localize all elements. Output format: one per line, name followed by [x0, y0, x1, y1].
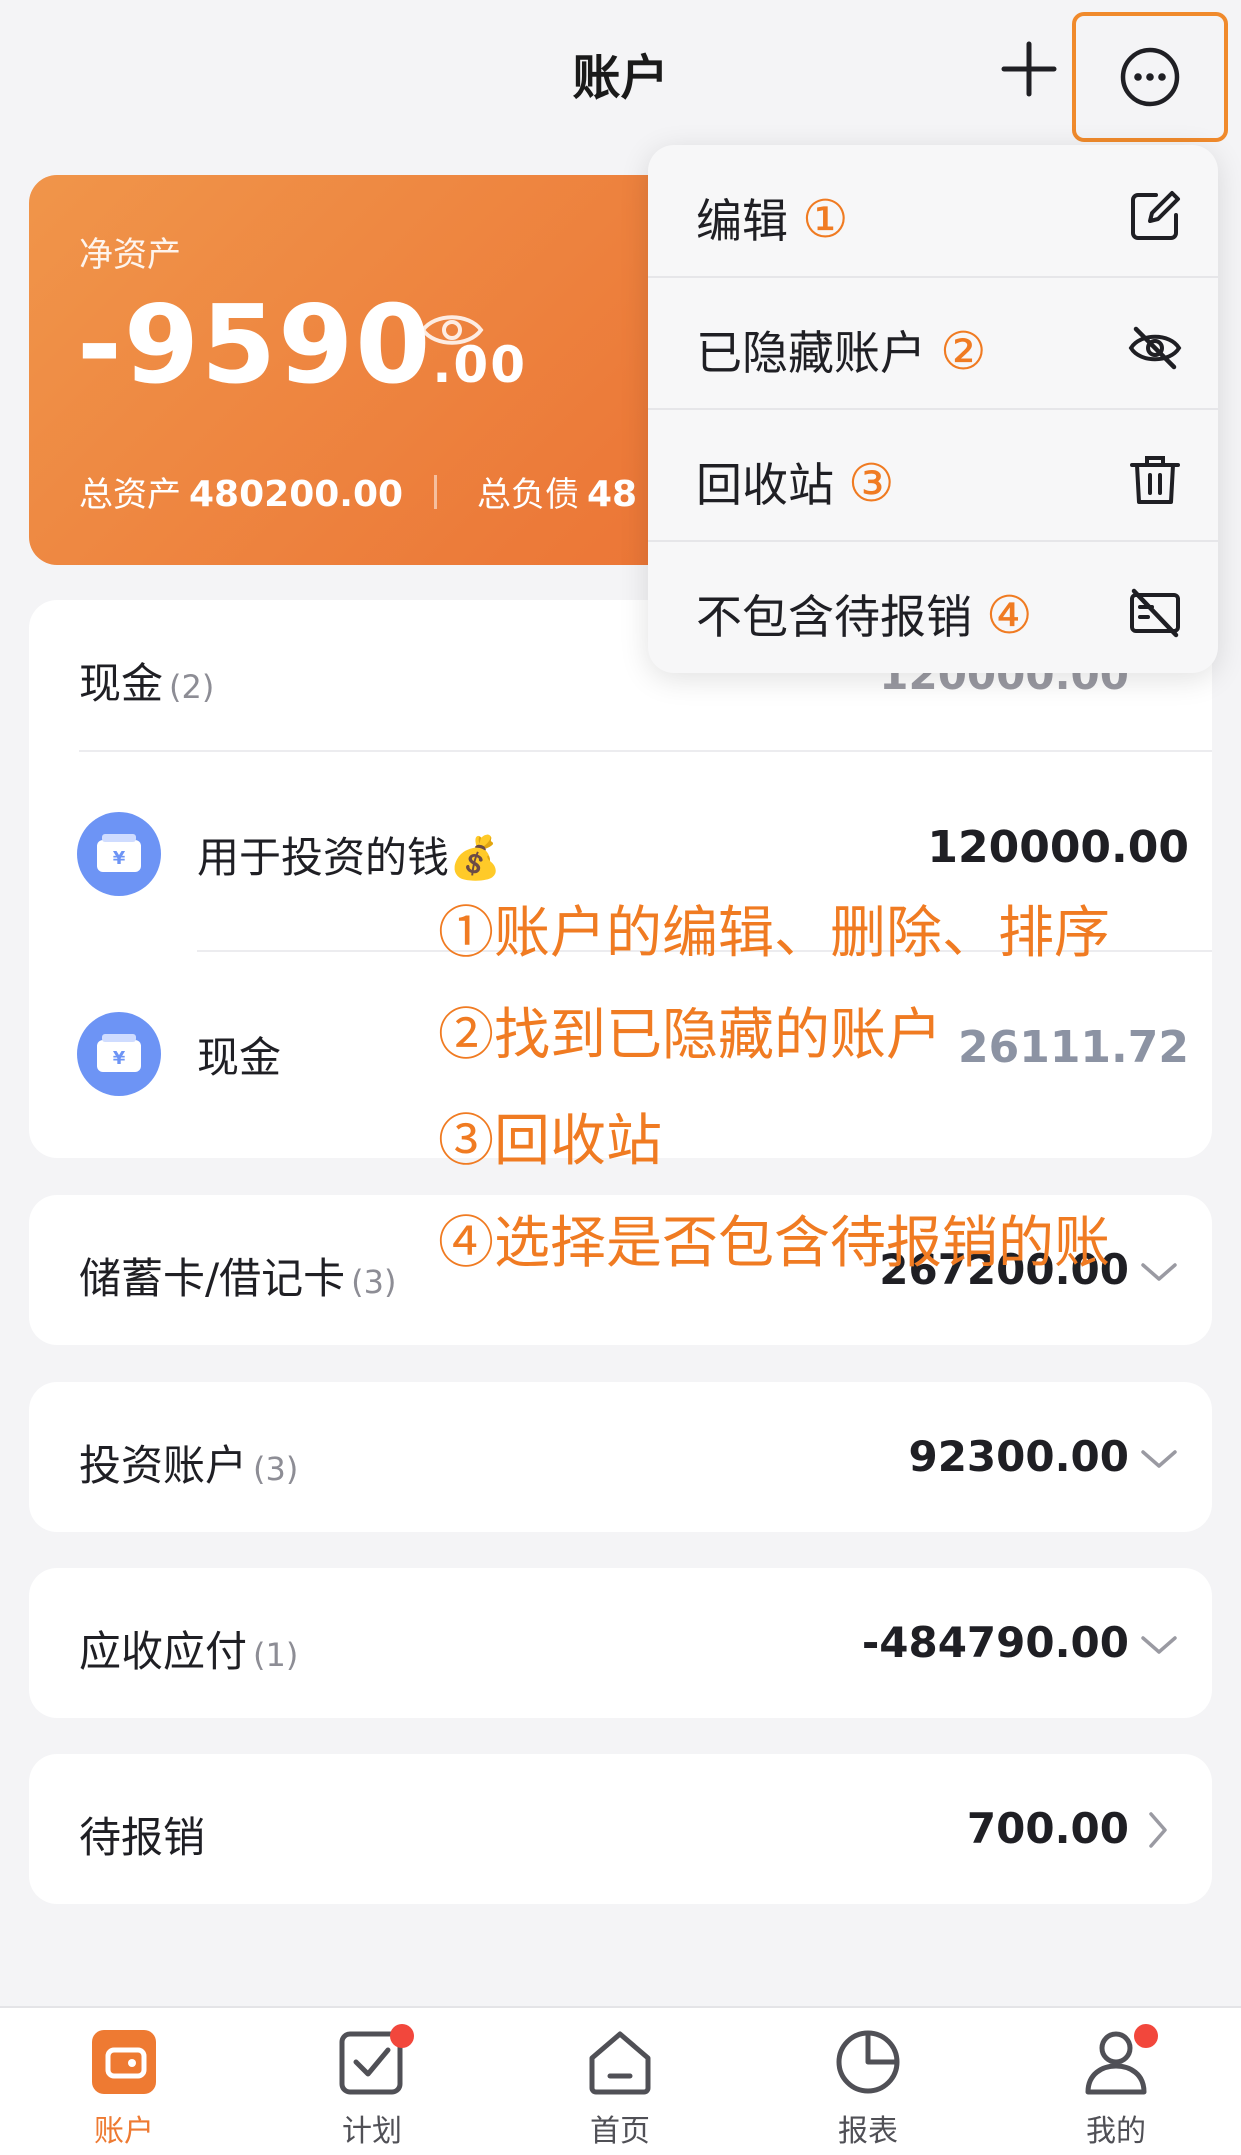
cash-wallet-icon: ¥ [77, 1012, 161, 1096]
show-amount-toggle[interactable] [419, 307, 485, 353]
pie-chart-icon [836, 2030, 900, 2094]
annotation-3: ③回收站 [438, 1109, 662, 1174]
tab-plan[interactable]: 计划 [248, 2008, 496, 2155]
group-name: 应收应付 [79, 1627, 248, 1676]
annotation-4: ④选择是否包含待报销的账 [438, 1211, 1110, 1276]
group-count: (2) [169, 668, 215, 706]
group-name: 现金 [79, 659, 164, 708]
net-worth-label: 净资产 [79, 235, 181, 275]
annotation-1: ①账户的编辑、删除、排序 [438, 901, 1110, 966]
reimburse-group-card[interactable]: 待报销 700.00 [29, 1754, 1212, 1904]
account-name: 现金 [197, 1033, 282, 1082]
group-count: (1) [253, 1636, 299, 1674]
tab-label: 首页 [590, 2114, 650, 2149]
edit-icon [1131, 191, 1180, 240]
menu-label: 回收站 ③ [696, 454, 895, 514]
group-header: 储蓄卡/借记卡 (3) [79, 1245, 396, 1306]
no-reimburse-icon [1130, 588, 1180, 638]
add-account-button[interactable] [1000, 40, 1058, 98]
receivable-group-card[interactable]: 应收应付 (1) -484790.00 [29, 1568, 1212, 1718]
menu-item-exclude-reimburse[interactable]: 不包含待报销 ④ [648, 541, 1218, 673]
total-assets: 总资产 480200.00 [79, 474, 404, 515]
chevron-down-icon [1141, 1450, 1177, 1468]
tab-me[interactable]: 我的 [992, 2008, 1240, 2155]
group-header: 待报销 [79, 1804, 205, 1865]
menu-label: 编辑 ① [696, 190, 849, 250]
tab-label: 计划 [342, 2114, 402, 2149]
group-amount: 92300.00 [908, 1432, 1129, 1481]
eye-icon [420, 315, 484, 345]
eye-off-icon [1128, 326, 1182, 370]
group-header: 投资账户 (3) [79, 1432, 298, 1493]
group-amount: 700.00 [966, 1804, 1129, 1853]
tab-accounts[interactable]: 账户 [0, 2008, 248, 2155]
more-icon [1120, 47, 1180, 107]
tab-label: 报表 [838, 2114, 898, 2149]
menu-item-hidden-accounts[interactable]: 已隐藏账户 ② [648, 277, 1218, 409]
cash-wallet-icon: ¥ [77, 812, 161, 896]
group-name: 储蓄卡/借记卡 [79, 1254, 346, 1303]
group-name: 投资账户 [79, 1441, 248, 1490]
menu-label: 不包含待报销 ④ [696, 586, 1033, 646]
group-count: (3) [253, 1450, 299, 1488]
group-amount: -484790.00 [861, 1618, 1129, 1667]
group-header[interactable]: 现金 (2) [79, 650, 214, 711]
home-icon [589, 2031, 651, 2095]
tab-bar: 账户 计划 首页 报表 我的 [0, 2006, 1241, 2155]
trash-icon [1130, 456, 1180, 504]
chevron-down-icon [1141, 1636, 1177, 1654]
group-count: (3) [351, 1263, 397, 1301]
total-debt: 总负债 48 [477, 474, 638, 515]
notification-badge [390, 2024, 414, 2048]
group-name: 待报销 [79, 1813, 206, 1862]
more-menu: 编辑 ① 已隐藏账户 ② 回收站 ③ 不包含待报销 ④ [648, 145, 1218, 673]
more-button[interactable] [1072, 12, 1228, 142]
cash-group-card: 现金 (2) 120000.00 ¥ 用于投资的钱💰 120000.00 ¥ 现金… [29, 600, 1212, 1158]
tab-label: 账户 [94, 2114, 154, 2149]
menu-label: 已隐藏账户 ② [696, 322, 987, 382]
plus-icon [1001, 41, 1057, 97]
divider [434, 475, 437, 509]
tab-home[interactable]: 首页 [496, 2008, 744, 2155]
chevron-right-icon [1149, 1812, 1167, 1848]
tab-label: 我的 [1086, 2114, 1146, 2149]
chevron-down-icon [1141, 1263, 1177, 1281]
annotation-2: ②找到已隐藏的账户 [438, 1003, 942, 1068]
invest-group-card[interactable]: 投资账户 (3) 92300.00 [29, 1382, 1212, 1532]
account-name: 用于投资的钱💰 [197, 833, 502, 882]
group-header: 应收应付 (1) [79, 1618, 298, 1679]
notification-badge [1134, 2024, 1158, 2048]
svg-text:¥: ¥ [113, 1048, 126, 1069]
menu-item-edit[interactable]: 编辑 ① [648, 145, 1218, 277]
wallet-icon [92, 2030, 156, 2094]
tab-reports[interactable]: 报表 [744, 2008, 992, 2155]
account-amount: 120000.00 [927, 822, 1189, 873]
menu-item-recycle-bin[interactable]: 回收站 ③ [648, 409, 1218, 541]
svg-text:¥: ¥ [113, 848, 126, 869]
